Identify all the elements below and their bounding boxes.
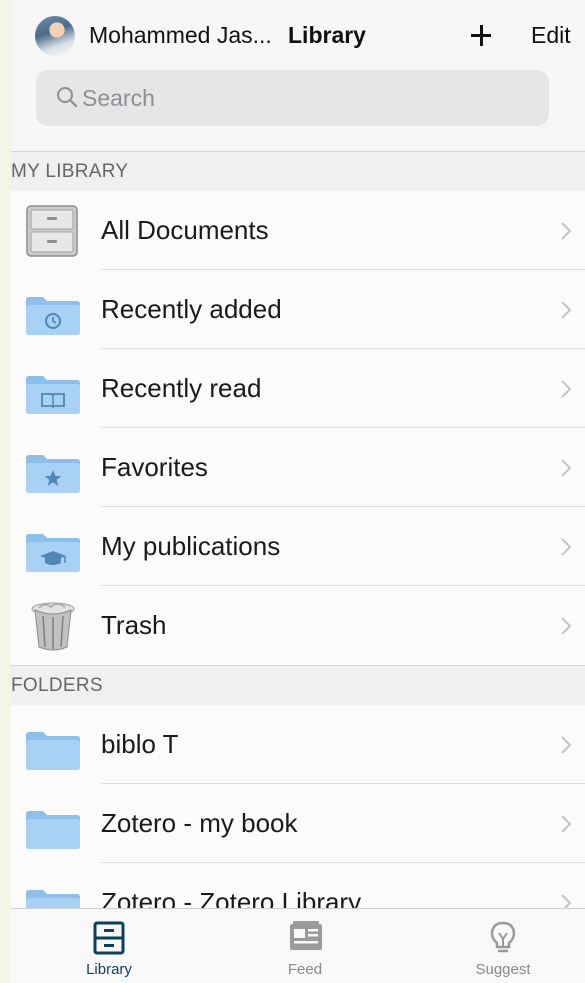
section-title: MY LIBRARY bbox=[11, 161, 129, 182]
tab-suggest[interactable]: Suggest bbox=[443, 909, 563, 983]
section-title: FOLDERS bbox=[11, 675, 103, 696]
graduation-cap-folder-icon bbox=[26, 534, 80, 572]
tab-bar: Library Feed Suggest bbox=[11, 908, 585, 983]
chevron-right-icon bbox=[561, 380, 572, 398]
item-label: biblo T bbox=[101, 729, 179, 759]
edit-button[interactable]: Edit bbox=[531, 22, 571, 49]
chevron-right-icon bbox=[561, 617, 572, 635]
file-cabinet-icon bbox=[26, 205, 78, 257]
clock-folder-icon bbox=[26, 297, 80, 335]
page-title: Library bbox=[288, 22, 366, 48]
item-label: Recently read bbox=[101, 373, 262, 403]
library-icon bbox=[93, 921, 125, 955]
avatar[interactable] bbox=[35, 16, 75, 56]
feed-icon bbox=[290, 921, 322, 950]
item-label: Favorites bbox=[101, 452, 208, 482]
folder-icon bbox=[26, 732, 80, 770]
library-item-favorites[interactable]: Favorites bbox=[11, 428, 585, 507]
chevron-right-icon bbox=[561, 301, 572, 319]
book-folder-icon bbox=[26, 376, 80, 414]
lightbulb-icon bbox=[490, 921, 516, 953]
search-input[interactable] bbox=[82, 80, 522, 116]
chevron-right-icon bbox=[561, 459, 572, 477]
tab-library[interactable]: Library bbox=[49, 909, 169, 983]
star-folder-icon bbox=[26, 455, 80, 493]
folder-item-biblo-t[interactable]: biblo T bbox=[11, 705, 585, 784]
item-label: All Documents bbox=[101, 215, 269, 245]
chevron-right-icon bbox=[561, 222, 572, 240]
tab-feed[interactable]: Feed bbox=[245, 909, 365, 983]
tab-label: Suggest bbox=[475, 961, 531, 978]
item-label: Zotero - my book bbox=[101, 808, 298, 838]
chevron-right-icon bbox=[561, 815, 572, 833]
item-label: My publications bbox=[101, 531, 281, 561]
folder-item-zotero-my-book[interactable]: Zotero - my book bbox=[11, 784, 585, 863]
search-bar[interactable] bbox=[36, 70, 549, 126]
library-item-all-documents[interactable]: All Documents bbox=[11, 191, 585, 270]
section-header-folders: FOLDERS bbox=[11, 665, 585, 705]
tab-label: Library bbox=[86, 961, 132, 978]
library-item-recently-read[interactable]: Recently read bbox=[11, 349, 585, 428]
navigation-header: Mohammed Jas... Library Edit bbox=[11, 0, 585, 152]
library-screen: Mohammed Jas... Library Edit MY LIBRARY … bbox=[11, 0, 585, 983]
library-item-trash[interactable]: Trash bbox=[11, 586, 585, 665]
chevron-right-icon bbox=[561, 736, 572, 754]
chevron-right-icon bbox=[561, 538, 572, 556]
section-header-my-library: MY LIBRARY bbox=[11, 151, 585, 191]
add-button[interactable] bbox=[463, 14, 499, 54]
library-item-recently-added[interactable]: Recently added bbox=[11, 270, 585, 349]
user-name[interactable]: Mohammed Jas... bbox=[89, 22, 272, 49]
item-label: Recently added bbox=[101, 294, 282, 324]
trash-bin-icon bbox=[31, 602, 75, 651]
search-icon bbox=[57, 87, 78, 108]
tab-label: Feed bbox=[287, 961, 323, 978]
item-label: Trash bbox=[101, 610, 167, 640]
library-item-my-publications[interactable]: My publications bbox=[11, 507, 585, 586]
folder-icon bbox=[26, 811, 80, 849]
